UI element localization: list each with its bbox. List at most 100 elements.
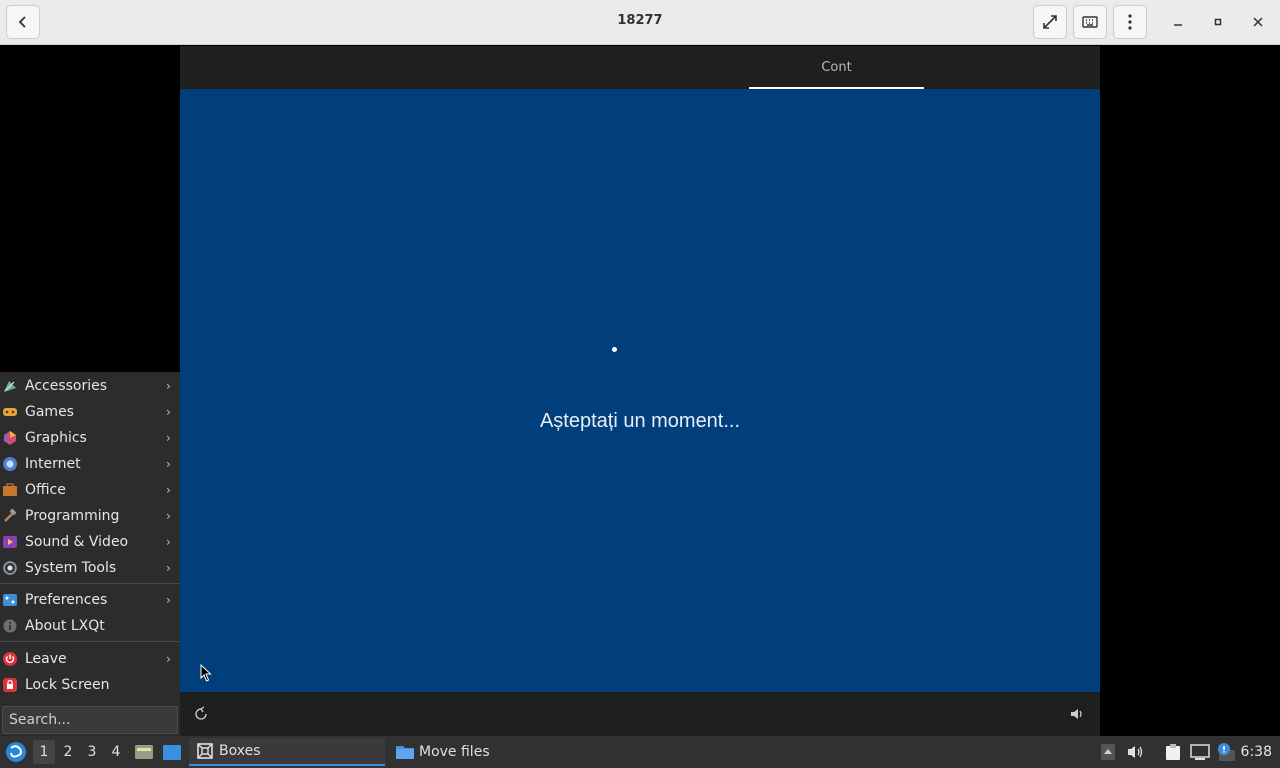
- keyboard-icon: [1082, 16, 1098, 28]
- menu-item-label: Programming: [25, 508, 120, 524]
- mouse-cursor-icon: [200, 663, 212, 686]
- window-titlebar: 18277: [0, 0, 1280, 45]
- chevron-right-icon: ›: [166, 405, 171, 419]
- close-button[interactable]: [1247, 11, 1269, 33]
- menu-item-label: System Tools: [25, 560, 117, 576]
- task-label: Move files: [419, 744, 490, 760]
- maximize-icon: [1214, 18, 1222, 26]
- taskbar: 1 2 3 4 Boxes Move files 6:38: [0, 736, 1280, 768]
- network-icon: [1190, 744, 1210, 760]
- games-icon: [2, 404, 18, 420]
- menu-item-sound-video[interactable]: Sound & Video ›: [0, 529, 180, 555]
- menu-item-label: Graphics: [25, 430, 87, 446]
- chevron-right-icon: ›: [166, 431, 171, 445]
- power-icon: [2, 651, 18, 667]
- menu-item-label: Leave: [25, 651, 67, 667]
- chevron-right-icon: ›: [166, 457, 171, 471]
- notification-icon: [1218, 743, 1235, 761]
- graphics-icon: [2, 430, 18, 446]
- menu-item-programming[interactable]: Programming ›: [0, 503, 180, 529]
- task-label: Boxes: [219, 743, 261, 759]
- window-menu-button[interactable]: [1113, 5, 1147, 39]
- chevron-right-icon: ›: [166, 483, 171, 497]
- internet-icon: [2, 456, 18, 472]
- close-icon: [1253, 17, 1263, 27]
- workspace-3[interactable]: 3: [81, 740, 103, 764]
- start-menu: Accessories › Games › Graphics › Interne…: [0, 372, 180, 736]
- tray-volume-button[interactable]: [1126, 742, 1146, 762]
- menu-item-lock-screen[interactable]: Lock Screen: [0, 672, 180, 698]
- menu-item-system-tools[interactable]: System Tools ›: [0, 555, 180, 581]
- menu-item-label: Sound & Video: [25, 534, 129, 550]
- workspace-4[interactable]: 4: [105, 740, 127, 764]
- menu-item-graphics[interactable]: Graphics ›: [0, 425, 180, 451]
- maximize-button[interactable]: [1207, 11, 1229, 33]
- guest-screen[interactable]: Cont Așteptați un moment...: [180, 46, 1100, 736]
- lxqt-logo-icon: [6, 742, 26, 762]
- setup-header: Cont: [180, 46, 1100, 89]
- menu-search-input[interactable]: Search...: [2, 706, 178, 734]
- sound-video-icon: [2, 534, 18, 550]
- loading-spinner: [612, 347, 617, 352]
- menu-item-label: Lock Screen: [25, 677, 110, 693]
- folder-icon: [396, 746, 414, 759]
- menu-item-games[interactable]: Games ›: [0, 399, 180, 425]
- tab-cont[interactable]: Cont: [749, 46, 924, 89]
- programming-icon: [2, 508, 18, 524]
- chevron-right-icon: ›: [166, 535, 171, 549]
- chevron-right-icon: ›: [166, 652, 171, 666]
- minimize-button[interactable]: [1167, 11, 1189, 33]
- chevron-right-icon: ›: [166, 561, 171, 575]
- vertical-dots-icon: [1128, 14, 1132, 30]
- volume-button[interactable]: [1069, 706, 1085, 722]
- setup-screen: Așteptați un moment...: [180, 89, 1100, 692]
- tray-clipboard-button[interactable]: [1163, 742, 1183, 762]
- desktop-icon: [163, 745, 181, 760]
- taskbar-clock[interactable]: 6:38: [1241, 744, 1272, 760]
- wait-message: Așteptați un moment...: [539, 410, 741, 432]
- accessories-icon: [2, 378, 18, 394]
- task-boxes[interactable]: Boxes: [189, 738, 385, 766]
- show-desktop-button[interactable]: [162, 742, 182, 762]
- menu-item-accessories[interactable]: Accessories ›: [0, 373, 180, 399]
- fullscreen-icon: [1043, 15, 1057, 29]
- volume-icon: [1071, 709, 1082, 719]
- info-icon: [2, 618, 18, 634]
- chevron-right-icon: ›: [166, 593, 171, 607]
- tray-show-hidden-button[interactable]: [1098, 742, 1118, 762]
- menu-item-office[interactable]: Office ›: [0, 477, 180, 503]
- office-icon: [2, 482, 18, 498]
- menu-item-preferences[interactable]: Preferences ›: [0, 587, 180, 613]
- menu-separator: [0, 641, 180, 642]
- menu-item-about-lxqt[interactable]: About LXQt: [0, 613, 180, 639]
- clipboard-icon: [1166, 744, 1180, 760]
- system-tools-icon: [2, 560, 18, 576]
- menu-item-label: Office: [25, 482, 66, 498]
- ease-of-access-icon: [195, 706, 207, 720]
- menu-item-label: About LXQt: [25, 618, 105, 634]
- minimize-icon: [1174, 24, 1182, 26]
- chevron-right-icon: ›: [166, 379, 171, 393]
- chevron-up-icon: [1101, 744, 1115, 760]
- file-manager-launcher[interactable]: [134, 742, 154, 762]
- menu-item-leave[interactable]: Leave ›: [0, 646, 180, 672]
- setup-footer: [180, 692, 1100, 736]
- boxes-icon: [197, 743, 213, 759]
- chevron-right-icon: ›: [166, 509, 171, 523]
- menu-separator: [0, 583, 180, 584]
- menu-item-label: Accessories: [25, 378, 108, 394]
- workspace-2[interactable]: 2: [57, 740, 79, 764]
- lock-icon: [2, 677, 18, 693]
- ease-of-access-button[interactable]: [193, 706, 209, 722]
- fullscreen-button[interactable]: [1033, 5, 1067, 39]
- vm-display[interactable]: Cont Așteptați un moment...: [0, 46, 1280, 736]
- file-manager-icon: [135, 745, 153, 759]
- workspace-1[interactable]: 1: [33, 740, 55, 764]
- task-move-files[interactable]: Move files: [389, 738, 585, 766]
- menu-item-internet[interactable]: Internet ›: [0, 451, 180, 477]
- tray-network-button[interactable]: [1190, 742, 1210, 762]
- tray-notifications-button[interactable]: [1216, 742, 1236, 762]
- keyboard-button[interactable]: [1073, 5, 1107, 39]
- menu-item-label: Preferences: [25, 592, 108, 608]
- start-menu-button[interactable]: [5, 741, 27, 763]
